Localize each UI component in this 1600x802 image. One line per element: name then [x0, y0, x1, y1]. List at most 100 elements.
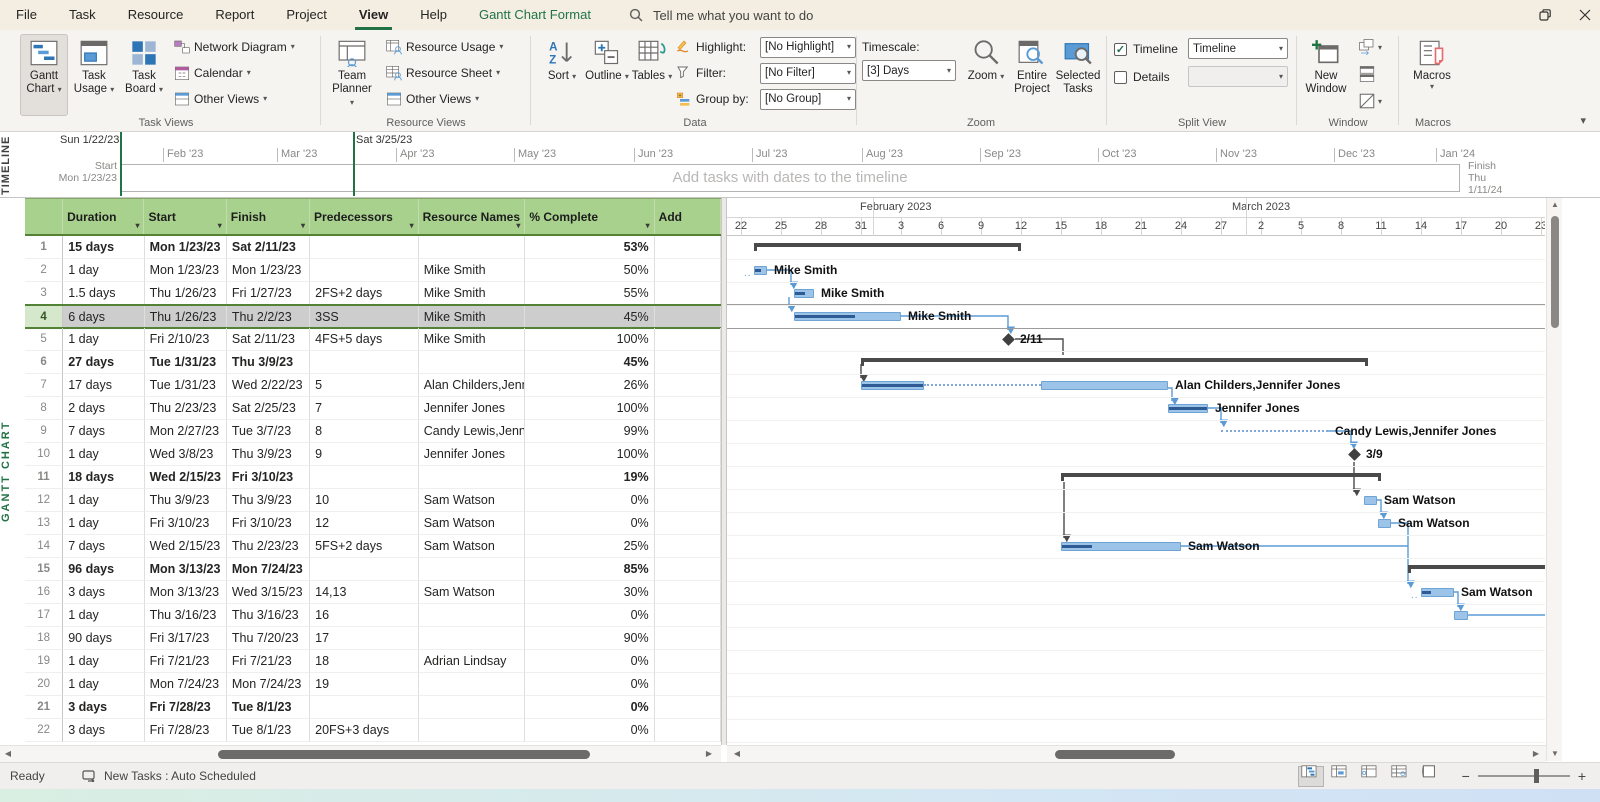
cell-finish[interactable]: Thu 7/20/23 [227, 627, 310, 650]
menu-project[interactable]: Project [270, 0, 342, 30]
cell-finish[interactable]: Sat 2/25/23 [227, 397, 310, 420]
cell-finish[interactable]: Fri 3/10/23 [227, 466, 310, 489]
cell-res[interactable]: Sam Watson [419, 512, 526, 535]
table-row[interactable]: 97 daysMon 2/27/23Tue 3/7/238Candy Lewis… [25, 420, 721, 443]
zoom-slider[interactable]: − + [1462, 768, 1586, 784]
cell-pred[interactable]: 20FS+3 days [310, 719, 419, 742]
cell-finish[interactable]: Mon 7/24/23 [227, 673, 310, 696]
cell-res[interactable]: Adrian Lindsay [419, 650, 526, 673]
cell-finish[interactable]: Thu 3/9/23 [227, 489, 310, 512]
cell-finish[interactable]: Wed 2/22/23 [227, 374, 310, 397]
filter-select[interactable]: [No Filter]▾ [760, 63, 856, 84]
table-row[interactable]: 31.5 daysThu 1/26/23Fri 1/27/232FS+2 day… [25, 282, 721, 305]
column-header-duration[interactable]: Duration▾ [63, 199, 144, 234]
menu-report[interactable]: Report [199, 0, 270, 30]
cell-add[interactable] [655, 604, 721, 627]
cell-rownum[interactable]: 8 [25, 397, 63, 420]
cell-pct[interactable]: 99% [525, 420, 654, 443]
close-window-button[interactable] [1578, 8, 1592, 22]
cell-rownum[interactable]: 22 [25, 719, 63, 742]
cell-rownum[interactable]: 5 [25, 328, 63, 351]
cell-rownum[interactable]: 1 [25, 236, 63, 259]
cell-pct[interactable]: 45% [525, 306, 654, 327]
cell-duration[interactable]: 3 days [63, 719, 144, 742]
cell-pct[interactable]: 100% [525, 397, 654, 420]
cell-rownum[interactable]: 21 [25, 696, 63, 719]
cell-rownum[interactable]: 18 [25, 627, 63, 650]
calendar-button[interactable]: Calendar▾ [174, 64, 316, 82]
cell-start[interactable]: Wed 2/15/23 [145, 466, 227, 489]
table-row[interactable]: 147 daysWed 2/15/23Thu 2/23/235FS+2 days… [25, 535, 721, 558]
cell-finish[interactable]: Tue 8/1/23 [227, 696, 310, 719]
cell-add[interactable] [655, 282, 721, 305]
restore-window-button[interactable] [1538, 8, 1552, 22]
cell-start[interactable]: Wed 2/15/23 [145, 535, 227, 558]
cell-rownum[interactable]: 13 [25, 512, 63, 535]
table-horizontal-scrollbar[interactable]: ◀ ▶ [0, 745, 721, 762]
task-board-button[interactable]: TaskBoard ▾ [120, 34, 168, 116]
cell-start[interactable]: Wed 3/8/23 [145, 443, 227, 466]
cell-res[interactable] [419, 236, 526, 259]
task-bar[interactable] [1364, 496, 1377, 505]
cell-add[interactable] [655, 673, 721, 696]
table-row[interactable]: 82 daysThu 2/23/23Sat 2/25/237Jennifer J… [25, 397, 721, 420]
cell-duration[interactable]: 1 day [63, 328, 144, 351]
task-usage-button[interactable]: TaskUsage ▾ [70, 34, 118, 116]
cell-start[interactable]: Mon 1/23/23 [145, 259, 227, 282]
cell-start[interactable]: Fri 3/17/23 [145, 627, 227, 650]
cell-add[interactable] [655, 259, 721, 282]
column-header-start[interactable]: Start▾ [144, 199, 226, 234]
cell-add[interactable] [655, 443, 721, 466]
cell-res[interactable] [419, 604, 526, 627]
report-view-button[interactable] [1418, 766, 1444, 787]
cell-res[interactable]: Alan Childers,Jennifer Jones [419, 374, 526, 397]
hide-window-button[interactable]: ▾ [1358, 92, 1388, 112]
cell-res[interactable]: Candy Lewis,Jennifer Jones [419, 420, 526, 443]
cell-duration[interactable]: 27 days [63, 351, 144, 374]
cell-rownum[interactable]: 3 [25, 282, 63, 305]
cell-finish[interactable]: Mon 1/23/23 [227, 259, 310, 282]
menu-view[interactable]: View [343, 0, 404, 30]
cell-pred[interactable] [310, 696, 419, 719]
cell-pred[interactable]: 10 [310, 489, 419, 512]
collapse-ribbon-button[interactable]: ▾ [1580, 114, 1586, 127]
table-row[interactable]: 717 daysTue 1/31/23Wed 2/22/235Alan Chil… [25, 374, 721, 397]
cell-duration[interactable]: 3 days [63, 581, 144, 604]
cell-start[interactable]: Tue 1/31/23 [145, 374, 227, 397]
cell-pred[interactable]: 18 [310, 650, 419, 673]
cell-rownum[interactable]: 17 [25, 604, 63, 627]
gantt-horizontal-scrollbar[interactable]: ◀ ▶ [727, 745, 1546, 762]
cell-pct[interactable]: 0% [525, 512, 654, 535]
cell-pct[interactable]: 19% [525, 466, 654, 489]
column-header-add[interactable]: Add [655, 199, 721, 234]
cell-finish[interactable]: Mon 7/24/23 [227, 558, 310, 581]
table-row[interactable]: 21 dayMon 1/23/23Mon 1/23/23Mike Smith50… [25, 259, 721, 282]
cell-start[interactable]: Mon 3/13/23 [145, 558, 227, 581]
cell-pct[interactable]: 53% [525, 236, 654, 259]
scroll-left-arrow[interactable]: ◀ [729, 747, 745, 761]
tell-me-search[interactable]: Tell me what you want to do [629, 8, 813, 23]
cell-finish[interactable]: Thu 2/2/23 [227, 306, 310, 327]
resource-sheet-view-button[interactable] [1388, 766, 1414, 787]
cell-add[interactable] [655, 489, 721, 512]
macros-button[interactable]: Macros ▾ [1408, 34, 1456, 116]
cell-res[interactable]: Sam Watson [419, 581, 526, 604]
cell-add[interactable] [655, 374, 721, 397]
cell-duration[interactable]: 1 day [63, 489, 144, 512]
cell-res[interactable] [419, 719, 526, 742]
column-header-pred[interactable]: Predecessors▾ [310, 199, 419, 234]
cell-finish[interactable]: Tue 8/1/23 [227, 719, 310, 742]
cell-pred[interactable]: 16 [310, 604, 419, 627]
cell-finish[interactable]: Thu 3/9/23 [227, 351, 310, 374]
table-row[interactable]: 115 daysMon 1/23/23Sat 2/11/2353% [25, 236, 721, 259]
cell-pred[interactable]: 5 [310, 374, 419, 397]
cell-res[interactable] [419, 351, 526, 374]
cell-pred[interactable]: 17 [310, 627, 419, 650]
cell-duration[interactable]: 1.5 days [63, 282, 144, 305]
cell-duration[interactable]: 90 days [63, 627, 144, 650]
cell-pct[interactable]: 100% [525, 443, 654, 466]
cell-add[interactable] [655, 512, 721, 535]
table-row[interactable]: 171 dayThu 3/16/23Thu 3/16/23160% [25, 604, 721, 627]
cell-res[interactable] [419, 627, 526, 650]
column-header-pct[interactable]: % Complete▾ [525, 199, 654, 234]
